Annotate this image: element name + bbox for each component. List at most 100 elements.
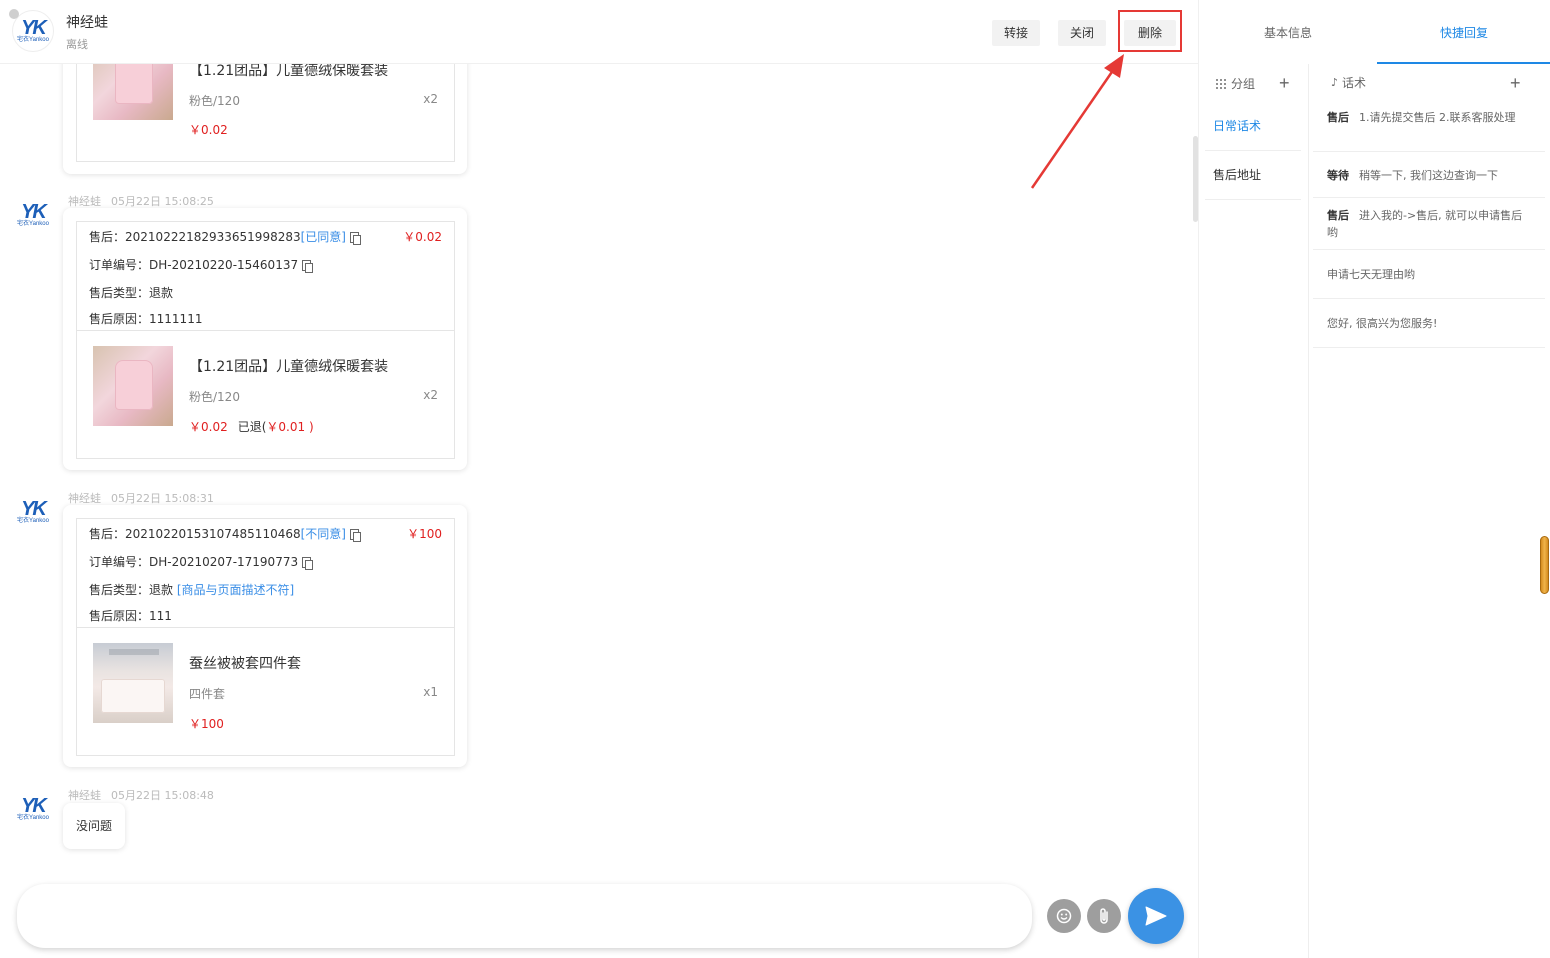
- emoji-button[interactable]: [1047, 899, 1081, 933]
- message-time: 05月22日 15:08:48: [111, 789, 214, 802]
- after-sale-reason-row: 售后原因：111: [89, 607, 172, 624]
- add-group-button[interactable]: +: [1279, 74, 1290, 92]
- chat-header: YK 宅衣Yankoo 神经蛙 离线 转接 关闭 删除: [0, 0, 1198, 64]
- quick-reply-item[interactable]: 售后 进入我的->售后, 就可以申请售后哟: [1313, 198, 1545, 250]
- message-list[interactable]: 【1.21团品】儿童德绒保暖套装 粉色/120 x2 ￥0.02 YK 宅衣Ya…: [0, 0, 1198, 862]
- contact-avatar[interactable]: YK 宅衣Yankoo: [9, 9, 54, 52]
- copy-icon[interactable]: [350, 529, 361, 542]
- contact-name: 神经蛙: [66, 15, 108, 31]
- product-image[interactable]: [93, 346, 173, 426]
- after-sale-no: 20210220153107485110468: [125, 527, 301, 541]
- message-time: 05月22日 15:08:31: [111, 492, 214, 505]
- send-icon: [1145, 906, 1167, 926]
- quick-reply-item[interactable]: 售后 1.请先提交售后 2.联系客服处理: [1313, 100, 1545, 152]
- message-meta: 神经蛙 05月22日 15:08:31: [68, 490, 224, 506]
- sender-avatar[interactable]: YK 宅衣Yankoo: [12, 491, 54, 533]
- product-qty: x2: [423, 388, 438, 402]
- after-sale-amount: ￥100: [407, 527, 442, 541]
- paperclip-icon: [1100, 908, 1108, 924]
- sender-avatar[interactable]: YK 宅衣Yankoo: [12, 788, 54, 830]
- sender-name: 神经蛙: [68, 195, 101, 208]
- quick-reply-item[interactable]: 您好, 很高兴为您服务!: [1313, 299, 1545, 348]
- logo-sub: 宅衣Yankoo: [17, 517, 49, 524]
- logo-mark: YK: [21, 16, 47, 39]
- after-sale-reason-row: 售后原因：1111111: [89, 310, 202, 327]
- sender-avatar[interactable]: YK 宅衣Yankoo: [12, 194, 54, 236]
- type-value: 退款: [149, 286, 174, 300]
- groups-column: 分组 + 日常话术 售后地址: [1199, 64, 1309, 958]
- reply-text: 进入我的->售后, 就可以申请售后哟: [1327, 209, 1523, 239]
- reply-text: 1.请先提交售后 2.联系客服处理: [1359, 111, 1516, 124]
- product-name[interactable]: 【1.21团品】儿童德绒保暖套装: [189, 356, 388, 376]
- add-reply-button[interactable]: +: [1510, 74, 1521, 92]
- emoji-icon: [1056, 908, 1072, 924]
- product-image[interactable]: [93, 643, 173, 723]
- product-box: 【1.21团品】儿童德绒保暖套装 粉色/120 x2 ￥0.02: [76, 40, 455, 162]
- after-sale-label: 售后：: [89, 527, 126, 541]
- message-input[interactable]: [17, 884, 1032, 948]
- close-button[interactable]: 关闭: [1058, 20, 1107, 46]
- product-qty: x1: [423, 685, 438, 699]
- delete-button[interactable]: 删除: [1124, 20, 1176, 46]
- status-tag: [已同意]: [300, 230, 346, 244]
- logo-mark: YK: [21, 497, 47, 520]
- order-no-row: 订单编号：DH-20210220-15460137: [89, 256, 314, 273]
- groups-header: 分组: [1215, 75, 1255, 92]
- quick-reply-item[interactable]: 申请七天无理由哟: [1313, 250, 1545, 299]
- product-name[interactable]: 蚕丝被被套四件套: [189, 653, 301, 673]
- after-sale-no-row: 售后：20210222182933651998283[已同意]: [89, 228, 361, 245]
- replies-header: ♪ 话术: [1331, 74, 1366, 91]
- reply-text: 稍等一下, 我们这边查询一下: [1359, 169, 1498, 182]
- after-sale-type-row: 售后类型：退款 [商品与页面描述不符]: [89, 581, 294, 598]
- grid-icon: [1215, 78, 1226, 89]
- group-item[interactable]: 售后地址: [1205, 151, 1301, 200]
- after-sale-no-row: 售后：20210220153107485110468[不同意]: [89, 525, 361, 542]
- tab-quick-reply[interactable]: 快捷回复: [1377, 0, 1550, 64]
- type-label: 售后类型：: [89, 583, 150, 597]
- group-item[interactable]: 日常话术: [1205, 102, 1301, 151]
- copy-icon[interactable]: [302, 557, 314, 570]
- product-spec: 粉色/120: [189, 390, 240, 404]
- logo-sub: 宅衣Yankoo: [17, 36, 49, 43]
- order-no-row: 订单编号：DH-20210207-17190773: [89, 553, 314, 570]
- copy-icon[interactable]: [350, 232, 361, 245]
- sender-name: 神经蛙: [68, 789, 101, 802]
- logo-sub: 宅衣Yankoo: [17, 220, 49, 227]
- reason-label: 售后原因：: [89, 312, 150, 326]
- transfer-button[interactable]: 转接: [992, 20, 1041, 46]
- tab-basic-info[interactable]: 基本信息: [1199, 0, 1377, 64]
- product-price-row: ￥0.02 已退(￥0.01 ): [189, 418, 314, 435]
- panel-scrollbar[interactable]: [1540, 536, 1549, 594]
- product-qty: x2: [423, 92, 438, 106]
- replies-column: ♪ 话术 + 售后 1.请先提交售后 2.联系客服处理 等待 稍等一下, 我们这边查询…: [1309, 64, 1550, 958]
- right-panel: 基本信息 快捷回复 分组 + 日常话术 售后地址 ♪ 话术 + 售后 1.请先提交售…: [1198, 0, 1550, 958]
- message-card-after-sale: 售后：20210220153107485110468[不同意] ￥100 订单编…: [63, 505, 467, 767]
- attach-button[interactable]: [1087, 899, 1121, 933]
- replies-header-label: 话术: [1342, 76, 1367, 90]
- reply-title: 售后: [1327, 209, 1349, 222]
- divider: [77, 627, 454, 628]
- chat-app: 【1.21团品】儿童德绒保暖套装 粉色/120 x2 ￥0.02 YK 宅衣Ya…: [0, 0, 1550, 958]
- after-sale-label: 售后：: [89, 230, 126, 244]
- reason-label: 售后原因：: [89, 609, 150, 623]
- reason-value: 111: [149, 609, 172, 623]
- after-sale-type-row: 售后类型：退款: [89, 284, 173, 301]
- logo-mark: YK: [21, 794, 47, 817]
- reason-value: 1111111: [149, 312, 203, 326]
- sender-name: 神经蛙: [68, 492, 101, 505]
- quick-reply-item[interactable]: 等待 稍等一下, 我们这边查询一下: [1313, 152, 1545, 198]
- reply-text: 您好, 很高兴为您服务!: [1327, 317, 1438, 330]
- text-message-bubble: 没问题: [63, 803, 126, 849]
- plus-icon: +: [1510, 73, 1521, 93]
- refunded-amount: ￥0.01 ): [266, 420, 314, 434]
- status-tag: [不同意]: [300, 527, 346, 541]
- logo-mark: YK: [21, 200, 47, 223]
- status-dot: [9, 9, 19, 19]
- order-no: DH-20210220-15460137: [149, 258, 299, 272]
- reason-tag: [商品与页面描述不符]: [176, 583, 295, 597]
- reply-title: 售后: [1327, 111, 1349, 124]
- send-button[interactable]: [1128, 888, 1184, 944]
- message-meta: 神经蛙 05月22日 15:08:48: [68, 787, 224, 803]
- copy-icon[interactable]: [302, 260, 314, 273]
- after-sale-amount: ￥0.02: [403, 230, 442, 244]
